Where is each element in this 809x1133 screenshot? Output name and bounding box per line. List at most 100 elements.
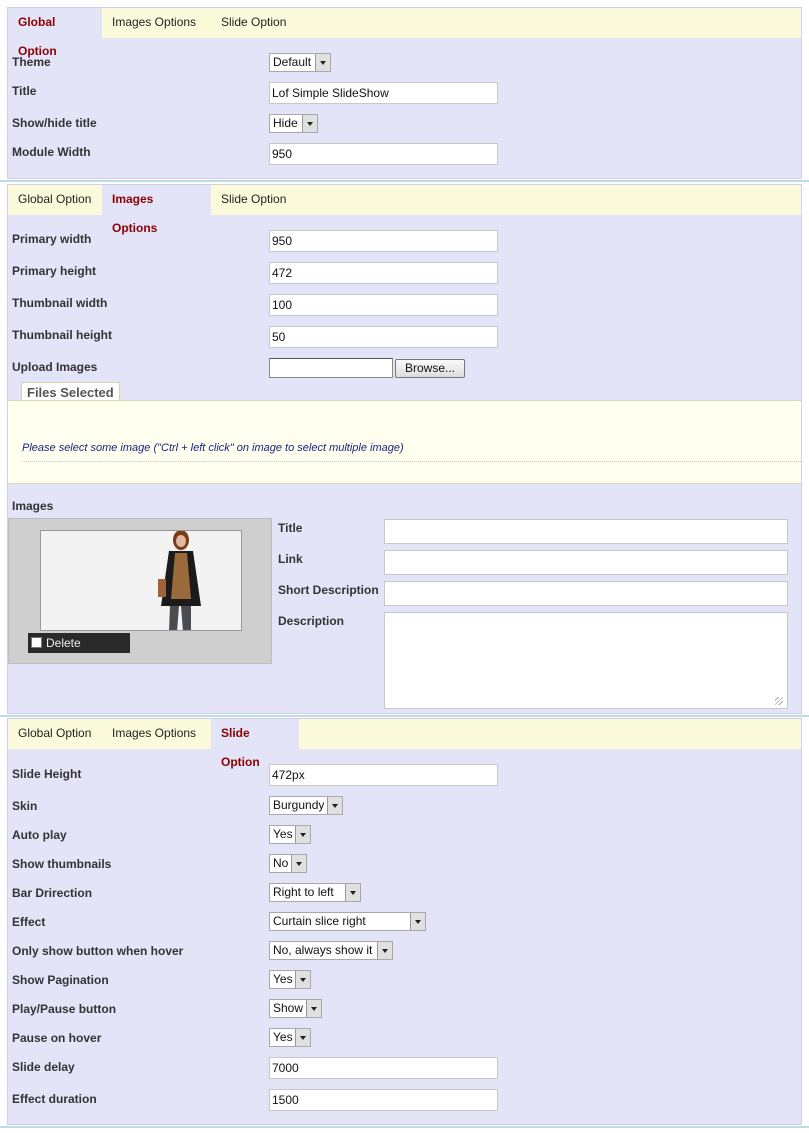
tab-images-options[interactable]: Images Options (102, 8, 206, 38)
show-thumbnails-select[interactable]: No (269, 854, 307, 873)
show-pagination-label: Show Pagination (12, 973, 109, 987)
auto-play-select[interactable]: Yes (269, 825, 311, 844)
tab-slide-option[interactable]: Slide Option (211, 719, 299, 769)
image-thumbnail[interactable] (40, 530, 242, 631)
only-show-button-hover-value: No, always show it (273, 943, 373, 957)
tab-images-options[interactable]: Images Options (102, 185, 211, 235)
thumbnail-width-input[interactable] (269, 294, 498, 316)
title-label: Title (12, 84, 37, 98)
item-link-input[interactable] (384, 550, 788, 575)
show-thumbnails-label: Show thumbnails (12, 857, 112, 871)
chevron-down-icon (345, 884, 360, 901)
chevron-down-icon (377, 942, 392, 959)
effect-select[interactable]: Curtain slice right (269, 912, 426, 931)
chevron-down-icon (302, 115, 317, 132)
tab-global-option[interactable]: Global Option (8, 185, 101, 215)
tab-slide-option[interactable]: Slide Option (211, 185, 296, 215)
chevron-down-icon (295, 971, 310, 988)
model-photo (41, 531, 241, 630)
play-pause-button-value: Show (273, 1001, 304, 1015)
bar-direction-value: Right to left (273, 885, 334, 899)
global-option-panel: Global Option Images Options Slide Optio… (7, 7, 802, 179)
chevron-down-icon (306, 1000, 321, 1017)
resize-handle-icon[interactable] (775, 697, 783, 705)
module-width-label: Module Width (12, 145, 91, 159)
effect-label: Effect (12, 915, 46, 929)
item-title-label: Title (278, 521, 303, 535)
files-selected-box: Please select some image ("Ctrl + left c… (8, 400, 801, 484)
chevron-down-icon (291, 855, 306, 872)
upload-images-label: Upload Images (12, 360, 98, 374)
show-hide-title-select[interactable]: Hide (269, 114, 318, 133)
show-hide-title-label: Show/hide title (12, 116, 97, 130)
slide-height-input[interactable] (269, 764, 498, 786)
item-description-label: Description (278, 614, 345, 628)
bar-direction-label: Bar Drirection (12, 886, 93, 900)
chevron-down-icon (327, 797, 342, 814)
item-description-textarea[interactable] (384, 612, 788, 709)
show-pagination-value: Yes (273, 972, 293, 986)
effect-duration-label: Effect duration (12, 1092, 97, 1106)
skin-select[interactable]: Burgundy (269, 796, 343, 815)
pause-on-hover-label: Pause on hover (12, 1031, 102, 1045)
pause-on-hover-value: Yes (273, 1030, 293, 1044)
bar-direction-select[interactable]: Right to left (269, 883, 361, 902)
primary-width-input[interactable] (269, 230, 498, 252)
chevron-down-icon (295, 1029, 310, 1046)
files-selected-hint: Please select some image ("Ctrl + left c… (22, 442, 404, 454)
theme-label: Theme (12, 55, 51, 69)
slide-height-label: Slide Height (12, 767, 82, 781)
browse-button[interactable]: Browse... (395, 359, 465, 378)
title-input[interactable] (269, 82, 498, 104)
tab-global-option[interactable]: Global Option (8, 8, 102, 58)
delete-checkbox[interactable] (31, 637, 42, 648)
item-link-label: Link (278, 552, 303, 566)
chevron-down-icon (410, 913, 425, 930)
theme-value: Default (273, 55, 312, 69)
dotted-divider (22, 461, 801, 462)
play-pause-button-select[interactable]: Show (269, 999, 322, 1018)
show-thumbnails-value: No (273, 856, 289, 870)
file-path-field[interactable] (269, 358, 393, 378)
images-label: Images (12, 499, 54, 513)
section-separator (0, 180, 809, 182)
only-show-button-hover-label: Only show button when hover (12, 944, 184, 958)
thumbnail-height-input[interactable] (269, 326, 498, 348)
effect-value: Curtain slice right (273, 914, 366, 928)
images-options-panel: Global Option Images Options Slide Optio… (7, 184, 802, 714)
section-separator (0, 715, 809, 717)
only-show-button-hover-select[interactable]: No, always show it (269, 941, 393, 960)
tab-bar: Global Option Images Options Slide Optio… (8, 8, 801, 58)
primary-width-label: Primary width (12, 232, 92, 246)
slide-delay-input[interactable] (269, 1057, 498, 1079)
theme-select[interactable]: Default (269, 53, 331, 72)
play-pause-button-label: Play/Pause button (12, 1002, 117, 1016)
skin-value: Burgundy (273, 798, 325, 812)
item-short-description-label: Short Description (278, 583, 379, 597)
tab-slide-option[interactable]: Slide Option (211, 8, 296, 38)
tab-images-options[interactable]: Images Options (102, 719, 206, 749)
thumbnail-height-label: Thumbnail height (12, 328, 112, 342)
primary-height-label: Primary height (12, 264, 97, 278)
primary-height-input[interactable] (269, 262, 498, 284)
item-short-description-input[interactable] (384, 581, 788, 606)
files-selected-tab: Files Selected (21, 382, 120, 402)
tab-bar: Global Option Images Options Slide Optio… (8, 719, 801, 769)
module-width-input[interactable] (269, 143, 498, 165)
show-hide-title-value: Hide (273, 116, 298, 130)
skin-label: Skin (12, 799, 38, 813)
auto-play-label: Auto play (12, 828, 67, 842)
show-pagination-select[interactable]: Yes (269, 970, 311, 989)
chevron-down-icon (315, 54, 330, 71)
item-title-input[interactable] (384, 519, 788, 544)
chevron-down-icon (295, 826, 310, 843)
pause-on-hover-select[interactable]: Yes (269, 1028, 311, 1047)
tab-bar: Global Option Images Options Slide Optio… (8, 185, 801, 235)
image-item-card: Delete (8, 518, 272, 664)
effect-duration-input[interactable] (269, 1089, 498, 1111)
tab-global-option[interactable]: Global Option (8, 719, 101, 749)
thumbnail-width-label: Thumbnail width (12, 296, 108, 310)
slide-delay-label: Slide delay (12, 1060, 75, 1074)
slide-option-panel: Global Option Images Options Slide Optio… (7, 718, 802, 1125)
delete-label: Delete (46, 636, 81, 650)
